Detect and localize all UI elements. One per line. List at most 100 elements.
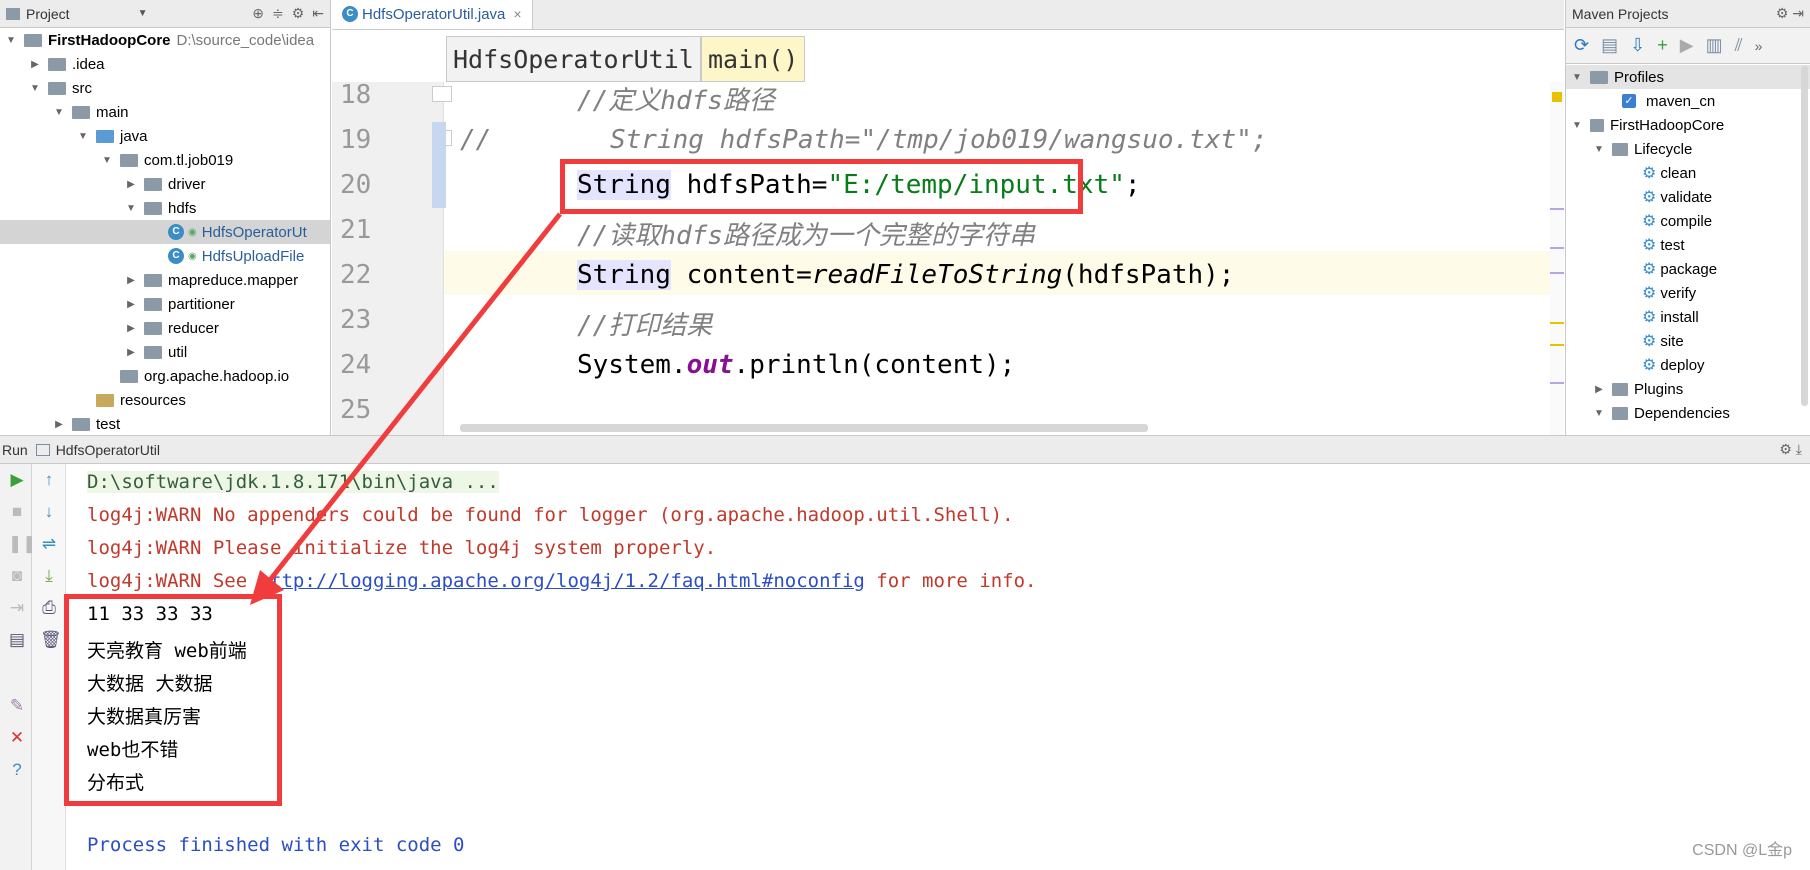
lifecycle-goal[interactable]: ⚙ verify bbox=[1642, 281, 1696, 305]
close-icon[interactable]: × bbox=[513, 6, 521, 22]
generate-sources-icon[interactable]: ▤ bbox=[1601, 35, 1618, 56]
collapse-icon[interactable]: ≑ bbox=[272, 5, 284, 22]
console-line[interactable]: D:\software\jdk.1.8.171\bin\java ... bbox=[87, 471, 499, 493]
stripe-mark[interactable] bbox=[1550, 344, 1564, 346]
target-icon[interactable]: ⊕ bbox=[252, 5, 264, 22]
stripe-mark[interactable] bbox=[1550, 322, 1564, 324]
tree-item[interactable]: ▶ mapreduce.mapper bbox=[0, 268, 330, 292]
tree-item[interactable]: ▶ util bbox=[0, 340, 330, 364]
code-line-24[interactable]: System.out.println(content); bbox=[577, 350, 1015, 380]
dependencies-row[interactable]: ▼ Dependencies bbox=[1592, 401, 1730, 425]
trash-icon[interactable]: 🗑 bbox=[40, 630, 62, 650]
code-line-23[interactable]: //打印结果 bbox=[577, 305, 712, 342]
chevron-down-icon[interactable]: ▼ bbox=[28, 83, 42, 94]
chevron-right-icon[interactable]: ▶ bbox=[124, 179, 138, 190]
console-link[interactable]: http://logging.apache.org/log4j/1.2/faq.… bbox=[259, 570, 865, 592]
chevron-down-icon[interactable]: ▼ bbox=[52, 107, 66, 118]
chevron-down-icon[interactable]: ▼ bbox=[1570, 72, 1584, 83]
stripe-mark[interactable] bbox=[1550, 272, 1564, 274]
lifecycle-goal[interactable]: ⚙ deploy bbox=[1642, 353, 1705, 377]
chevron-right-icon[interactable]: ▶ bbox=[124, 323, 138, 334]
stripe-mark[interactable] bbox=[1550, 208, 1564, 210]
exit-icon[interactable]: ⇥ bbox=[8, 598, 26, 618]
code-line-19[interactable]: String hdfsPath="/tmp/job019/wangsuo.txt… bbox=[610, 125, 1267, 155]
run-icon[interactable]: ▶ bbox=[1680, 35, 1694, 56]
camera-icon[interactable]: ◙ bbox=[8, 566, 26, 586]
code-line-21[interactable]: //读取hdfs路径成为一个完整的字符串 bbox=[577, 215, 1035, 252]
chevron-down-icon[interactable]: ▼ bbox=[100, 155, 114, 166]
chevron-right-icon[interactable]: ▶ bbox=[28, 59, 42, 70]
run-label[interactable]: Run bbox=[2, 442, 28, 458]
checkbox-checked-icon[interactable]: ✓ bbox=[1622, 94, 1636, 108]
tree-item[interactable]: ▼ com.tl.job019 bbox=[0, 148, 330, 172]
editor-tab[interactable]: C HdfsOperatorUtil.java × bbox=[332, 0, 533, 29]
code-line-22[interactable]: String content=readFileToString(hdfsPath… bbox=[577, 260, 1234, 290]
pause-icon[interactable]: ❚❚ bbox=[8, 534, 37, 554]
tree-item[interactable]: ▼ java bbox=[0, 124, 330, 148]
stop-icon[interactable]: ■ bbox=[8, 502, 26, 522]
help-icon[interactable]: ? bbox=[8, 760, 26, 780]
tree-item[interactable]: C ◉ HdfsUploadFile bbox=[0, 244, 330, 268]
gear-icon[interactable]: ⚙ bbox=[292, 5, 305, 22]
lifecycle-goal[interactable]: ⚙ site bbox=[1642, 329, 1684, 353]
chevron-right-icon[interactable]: ▶ bbox=[124, 347, 138, 358]
tree-item[interactable]: ▼ FirstHadoopCore D:\source_code\idea bbox=[0, 28, 330, 52]
lifecycle-goal[interactable]: ⚙ compile bbox=[1642, 209, 1712, 233]
run-config-icon[interactable]: ▥ bbox=[1706, 35, 1723, 56]
tree-item[interactable]: ▶ .idea bbox=[0, 52, 330, 76]
breadcrumb-method[interactable]: main() bbox=[701, 36, 806, 82]
chevron-down-icon[interactable]: ▼ bbox=[124, 203, 138, 214]
scroll-end-icon[interactable]: ⤓ bbox=[40, 566, 58, 586]
tree-item[interactable]: resources bbox=[0, 388, 330, 412]
lifecycle-goal[interactable]: ⚙ package bbox=[1642, 257, 1717, 281]
tree-item[interactable]: ▶ partitioner bbox=[0, 292, 330, 316]
stripe-mark[interactable] bbox=[1550, 382, 1564, 384]
maven-profile-item[interactable]: ✓ maven_cn bbox=[1622, 89, 1715, 113]
lifecycle-goal[interactable]: ⚙ install bbox=[1642, 305, 1699, 329]
warning-marker[interactable] bbox=[1552, 92, 1562, 102]
chevron-down-icon[interactable]: ▼ bbox=[76, 131, 90, 142]
add-icon[interactable]: + bbox=[1657, 35, 1668, 56]
maven-profiles-row[interactable]: ▼ Profiles bbox=[1566, 65, 1810, 89]
dropdown-chevron-icon[interactable]: ▼ bbox=[138, 8, 148, 19]
tree-item[interactable]: ▶ test bbox=[0, 412, 330, 435]
fold-marker[interactable] bbox=[432, 86, 452, 102]
stripe-mark[interactable] bbox=[1550, 247, 1564, 249]
print-icon[interactable]: ⎙ bbox=[40, 598, 58, 618]
chevron-right-icon[interactable]: ▶ bbox=[52, 419, 66, 430]
tree-item[interactable]: org.apache.hadoop.io bbox=[0, 364, 330, 388]
hide-icon[interactable]: ⇤ bbox=[312, 5, 324, 22]
soft-wrap-icon[interactable]: ⇌ bbox=[40, 534, 58, 554]
maven-scrollbar[interactable] bbox=[1801, 66, 1808, 406]
download-icon[interactable]: ⇩ bbox=[1630, 35, 1645, 56]
gear-icon[interactable]: ⚙ ⤓ bbox=[1779, 441, 1810, 458]
chevron-right-icon[interactable]: ▶ bbox=[124, 299, 138, 310]
horizontal-scrollbar[interactable] bbox=[460, 424, 1148, 432]
tree-item[interactable]: ▼ hdfs bbox=[0, 196, 330, 220]
lifecycle-row[interactable]: ▼ Lifecycle bbox=[1592, 137, 1692, 161]
more-icon[interactable]: » bbox=[1755, 38, 1763, 54]
chevron-down-icon[interactable]: ▼ bbox=[1570, 120, 1584, 131]
tree-item[interactable]: ▼ src bbox=[0, 76, 330, 100]
maven-project-row[interactable]: ▼ FirstHadoopCore bbox=[1570, 113, 1724, 137]
breadcrumb-class[interactable]: HdfsOperatorUtil bbox=[446, 36, 701, 82]
chevron-down-icon[interactable]: ▼ bbox=[1592, 408, 1606, 419]
chevron-down-icon[interactable]: ▼ bbox=[4, 35, 18, 46]
layout-icon[interactable]: ▤ bbox=[8, 630, 26, 650]
tree-item[interactable]: ▶ driver bbox=[0, 172, 330, 196]
tree-item[interactable]: ▼ main bbox=[0, 100, 330, 124]
plugins-row[interactable]: ▶ Plugins bbox=[1592, 377, 1683, 401]
tree-item[interactable]: ▶ reducer bbox=[0, 316, 330, 340]
gear-icon[interactable]: ⚙ ⇥ bbox=[1776, 5, 1810, 22]
run-config-label[interactable]: HdfsOperatorUtil bbox=[56, 442, 160, 458]
down-arrow-icon[interactable]: ↓ bbox=[40, 502, 58, 522]
chevron-right-icon[interactable]: ▶ bbox=[124, 275, 138, 286]
refresh-icon[interactable]: ⟳ bbox=[1574, 35, 1589, 56]
chevron-right-icon[interactable]: ▶ bbox=[1592, 384, 1606, 395]
chevron-down-icon[interactable]: ▼ bbox=[1592, 144, 1606, 155]
tree-item[interactable]: C ◉ HdfsOperatorUt bbox=[0, 220, 330, 244]
lifecycle-goal[interactable]: ⚙ test bbox=[1642, 233, 1685, 257]
pin-icon[interactable]: ✎ bbox=[8, 696, 26, 716]
lifecycle-goal[interactable]: ⚙ validate bbox=[1642, 185, 1712, 209]
code-line-18[interactable]: //定义hdfs路径 bbox=[577, 80, 775, 117]
